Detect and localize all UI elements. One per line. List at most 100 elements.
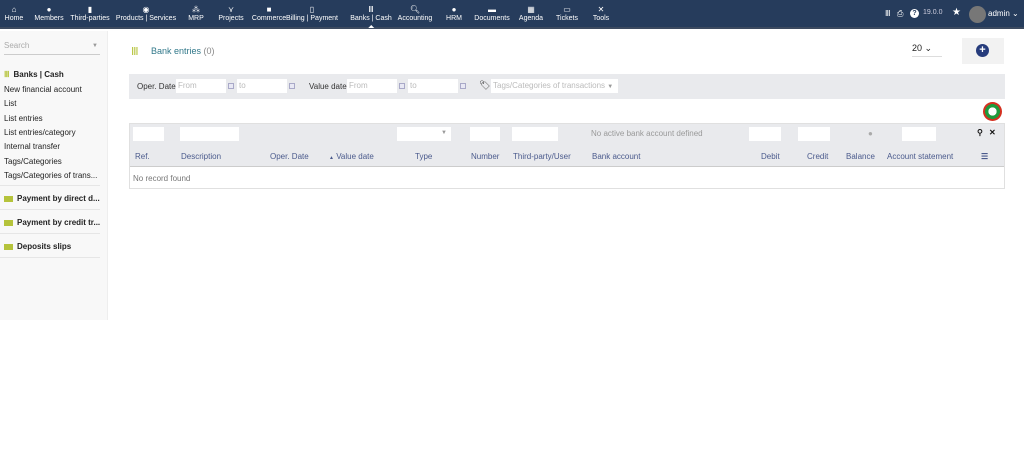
sidebar-section-direct-debit[interactable]: Payment by direct d... <box>4 194 100 203</box>
search-icon[interactable]: ⚲ <box>977 128 983 137</box>
user-menu[interactable]: admin ⌄ <box>988 9 1019 18</box>
print-icon[interactable]: ⎙ <box>897 9 903 19</box>
column-third-party[interactable]: Third-party/User <box>513 152 571 161</box>
calendar-icon[interactable] <box>399 83 405 89</box>
file-invoice-icon: ▯ <box>309 5 315 14</box>
column-credit[interactable]: Credit <box>807 152 828 161</box>
sidebar-section-credit-transfer[interactable]: Payment by credit tr... <box>4 218 100 227</box>
sidebar-item-list[interactable]: List <box>4 99 16 108</box>
bank-icon: Ⅲ <box>4 70 10 79</box>
sitemap-icon: ⋎ <box>228 5 234 14</box>
ref-filter-input[interactable] <box>133 127 164 141</box>
description-filter-input[interactable] <box>180 127 239 141</box>
sidebar-item-new-account[interactable]: New financial account <box>4 85 82 94</box>
sidebar-section-banks-cash[interactable]: Ⅲ Banks | Cash <box>4 70 64 79</box>
menu-products-services[interactable]: ◉ Products | Services <box>116 4 176 22</box>
calendar-icon[interactable] <box>460 83 466 89</box>
sidebar-item-tags[interactable]: Tags/Categories <box>4 157 62 166</box>
chevron-down-icon: ⌄ <box>924 43 933 53</box>
menu-third-parties[interactable]: ▮ Third-parties <box>70 4 109 22</box>
menu-commerce[interactable]: ■ Commerce <box>252 4 286 22</box>
column-selector-icon[interactable]: ☰ <box>981 152 988 161</box>
divider <box>0 257 100 258</box>
column-type[interactable]: Type <box>415 152 432 161</box>
add-entry-button[interactable]: + <box>962 38 1004 64</box>
menu-accounting[interactable]: 🔍︎ Accounting <box>398 4 433 22</box>
tags-select[interactable]: Tags/Categories of transactions ▼ <box>491 79 618 93</box>
chevron-down-icon: ⌄ <box>1012 9 1019 18</box>
search-input[interactable]: Search ▼ <box>4 41 100 55</box>
bank-icon: Ⅲ <box>368 5 374 14</box>
top-menu-bar: ⌂ Home ● Members ▮ Third-parties ◉ Products … <box>0 0 1024 29</box>
help-icon[interactable]: ? <box>910 9 919 18</box>
oper-date-to-input[interactable]: to <box>237 79 287 93</box>
menu-hrm[interactable]: ● HRM <box>446 4 462 22</box>
tag-icon: 🏷︎ <box>479 80 491 90</box>
menu-documents[interactable]: ▬ Documents <box>474 4 509 22</box>
payment-icon <box>4 195 13 202</box>
menu-projects[interactable]: ⋎ Projects <box>218 4 243 22</box>
export-icon[interactable] <box>983 102 1002 121</box>
menu-billing-payment[interactable]: ▯ Billing | Payment <box>286 4 338 22</box>
divider <box>0 209 100 210</box>
column-debit[interactable]: Debit <box>761 152 780 161</box>
calendar-icon[interactable] <box>228 83 234 89</box>
oper-date-label: Oper. Date <box>137 82 176 91</box>
filter-row: ▼ No active bank account defined ● ⚲ ✕ <box>130 124 1004 144</box>
caret-down-icon: ▼ <box>607 84 614 90</box>
payment-icon <box>4 219 13 226</box>
bank-icon[interactable]: Ⅲ <box>885 9 891 18</box>
oper-date-from-input[interactable]: From <box>176 79 226 93</box>
suitcase-icon: ■ <box>266 5 272 14</box>
payment-icon <box>4 243 13 250</box>
page-size-select[interactable]: 20 ⌄ <box>912 43 942 57</box>
column-bank-account[interactable]: Bank account <box>592 152 640 161</box>
avatar[interactable] <box>969 6 986 23</box>
type-filter-select[interactable]: ▼ <box>397 127 451 141</box>
version-label: 19.0.0 <box>923 9 943 16</box>
cube-icon: ◉ <box>142 5 150 14</box>
column-description[interactable]: Description <box>181 152 221 161</box>
column-number[interactable]: Number <box>471 152 499 161</box>
menu-agenda[interactable]: ▦ Agenda <box>519 4 543 22</box>
menu-members[interactable]: ● Members <box>34 4 63 22</box>
value-date-label: Value date <box>309 82 347 91</box>
column-account-statement[interactable]: Account statement <box>887 152 953 161</box>
statement-filter-input[interactable] <box>902 127 936 141</box>
sidebar-item-tags-transactions[interactable]: Tags/Categories of trans... <box>4 171 97 180</box>
caret-down-icon: ▼ <box>92 43 98 49</box>
folder-icon: ▬ <box>488 5 496 14</box>
menu-home[interactable]: ⌂ Home <box>5 4 24 22</box>
home-icon: ⌂ <box>11 5 17 14</box>
credit-filter-input[interactable] <box>798 127 830 141</box>
sidebar-item-list-entries[interactable]: List entries <box>4 114 43 123</box>
left-sidebar: Search ▼ Ⅲ Banks | Cash New financial acco… <box>0 31 108 320</box>
search-dollar-icon: 🔍︎ <box>409 5 421 14</box>
menu-tickets[interactable]: ▭ Tickets <box>556 4 578 22</box>
column-value-date[interactable]: ▲ Value date <box>329 152 374 161</box>
menu-mrp[interactable]: ⁂ MRP <box>188 4 204 22</box>
menu-tools[interactable]: ✕ Tools <box>593 4 609 22</box>
sidebar-item-list-entries-category[interactable]: List entries/category <box>4 128 76 137</box>
no-bank-account-notice: No active bank account defined <box>591 129 703 138</box>
sidebar-item-internal-transfer[interactable]: Internal transfer <box>4 142 60 151</box>
column-oper-date[interactable]: Oper. Date <box>270 152 309 161</box>
bookmark-star-icon[interactable]: ★ <box>952 7 961 18</box>
bank-entries-table: ▼ No active bank account defined ● ⚲ ✕ R… <box>129 123 1005 189</box>
debit-filter-input[interactable] <box>749 127 781 141</box>
menu-banks-cash[interactable]: Ⅲ Banks | Cash <box>350 4 392 28</box>
empty-message: No record found <box>133 174 191 183</box>
building-icon: ▮ <box>87 5 93 14</box>
number-filter-input[interactable] <box>470 127 500 141</box>
filter-bar: Oper. Date From to Value date From to 🏷︎… <box>129 74 1005 99</box>
sort-asc-icon: ▲ <box>329 155 334 161</box>
divider <box>0 185 100 186</box>
sidebar-section-deposit-slips[interactable]: Deposits slips <box>4 242 71 251</box>
clear-filter-icon[interactable]: ✕ <box>989 128 996 137</box>
calendar-icon[interactable] <box>289 83 295 89</box>
header-row: Ref. Description Oper. Date ▲ Value date… <box>130 144 1004 167</box>
value-date-from-input[interactable]: From <box>347 79 397 93</box>
value-date-to-input[interactable]: to <box>408 79 458 93</box>
third-party-filter-input[interactable] <box>512 127 558 141</box>
column-ref[interactable]: Ref. <box>135 152 150 161</box>
